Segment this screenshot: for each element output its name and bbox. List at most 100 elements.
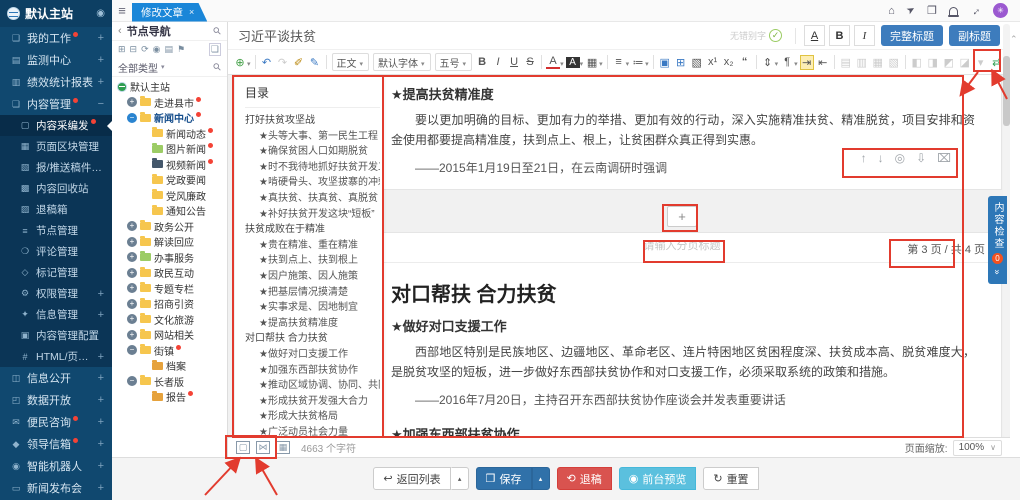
tree-item[interactable]: +解读回应 [114,234,227,250]
collapse-all-icon[interactable]: ⊟ [130,44,138,55]
align-icon[interactable]: ≡ [612,56,626,68]
expand-icon[interactable]: + [127,283,137,293]
draft-icon[interactable]: ❐ [927,4,937,17]
toc-item[interactable]: ★确保贫困人口如期脱贫 [245,144,380,160]
title-action-button[interactable]: 副标题 [949,25,1000,46]
scroll-top-icon[interactable]: ⌃ [1010,34,1018,45]
add-page-button[interactable]: + [667,206,697,227]
para-spacing-icon[interactable]: ¶ [780,56,794,68]
tree-item[interactable]: +文化旅游 [114,312,227,328]
expand-icon[interactable]: + [95,76,104,88]
quote-icon[interactable]: “ [738,56,752,68]
reset-button[interactable]: ↻重置 [703,467,758,490]
insert-media-icon[interactable]: ⊕ [233,56,247,69]
chevron-down-icon[interactable]: ▾ [794,60,798,68]
toc-item[interactable]: ★扶到点上、扶到根上 [245,253,380,269]
proofread-icon[interactable]: ⇄ [990,56,1004,69]
font-size-select[interactable]: 五号▾ [435,53,473,71]
toc-item[interactable]: ★啃硬骨头、攻坚拔寨的冲刺期 [245,175,380,191]
subscript-icon[interactable]: x₂ [722,56,736,68]
bg-color-icon[interactable]: A [566,57,580,68]
expand-icon[interactable]: + [95,482,104,494]
collapse-icon[interactable]: − [127,345,137,355]
expand-icon[interactable]: + [95,372,104,384]
maximize-icon[interactable]: ❏ [209,43,221,56]
save-button-caret[interactable]: ▴ [532,467,550,490]
toc-item[interactable]: 对口帮扶 合力扶贫 [245,331,380,347]
sidebar-item[interactable]: ❑我的工作+ [0,27,112,49]
toc-item[interactable]: ★头等大事、第一民生工程 [245,129,380,145]
wordart-icon[interactable]: ▧ [690,56,704,69]
font-family-select[interactable]: 默认字体▾ [373,53,431,71]
expand-icon[interactable]: + [95,460,104,472]
tree-item[interactable]: −长者版 [114,374,227,390]
chevron-down-icon[interactable]: ▾ [580,60,584,68]
font-color-icon[interactable]: A [546,55,560,69]
expand-icon[interactable]: + [127,221,137,231]
sidebar-item[interactable]: ◆领导信箱+ [0,433,112,455]
tool-icon[interactable]: ◧ [910,56,924,69]
sidebar-item[interactable]: ▤监测中心+ [0,49,112,71]
save-button[interactable]: ❒保存 [476,467,532,490]
toc-item[interactable]: ★因户施策、因人施策 [245,269,380,285]
search-icon[interactable]: ⚲ [211,61,224,74]
preview-page-icon[interactable]: ◎ [895,151,905,165]
fullscreen-edit-icon[interactable]: ⋈ [256,441,270,454]
expand-icon[interactable]: + [95,394,104,406]
expand-icon[interactable]: + [95,309,104,321]
sidebar-item[interactable]: ◫信息公开+ [0,367,112,389]
tab-edit-article[interactable]: 修改文章 × [132,3,207,22]
user-avatar[interactable]: ✳ [993,3,1008,18]
word-layout-icon[interactable]: ▦ [276,441,290,454]
sidebar-item[interactable]: ◉智能机器人+ [0,455,112,477]
chevron-down-icon[interactable]: ▾ [645,60,649,68]
move-up-icon[interactable]: ↑ [861,151,867,165]
tree-item[interactable]: 党风廉政 [114,188,227,204]
page-title-input[interactable] [617,240,747,252]
list-view-icon[interactable]: ▤ [165,44,174,55]
tool-icon[interactable]: ▦ [871,56,885,69]
italic-icon[interactable]: I [491,56,505,68]
toc-item[interactable]: ★贵在精准、重在精准 [245,238,380,254]
chevron-down-icon[interactable]: ▾ [775,60,779,68]
sidebar-item[interactable]: ≡节点管理 [0,220,112,241]
expand-all-icon[interactable]: ⊞ [118,44,126,55]
auto-typeset-icon[interactable]: ⇥ [800,55,814,70]
scrollbar-thumb[interactable] [1003,56,1010,126]
type-filter-select[interactable]: 全部类型 [118,60,158,75]
tool-icon[interactable]: ◨ [926,56,940,69]
expand-icon[interactable]: + [95,438,104,450]
flag-icon[interactable]: ⚑ [177,44,185,55]
tool-icon[interactable]: ▧ [887,56,901,69]
tree-item[interactable]: 新闻动态 [114,126,227,142]
tree-item[interactable]: +办事服务 [114,250,227,266]
sidebar-item[interactable]: ▢内容采编发 [0,115,112,136]
line-height-icon[interactable]: ⇕ [761,56,775,69]
collapse-icon[interactable]: − [127,376,137,386]
expand-icon[interactable]: + [127,330,137,340]
tool-icon[interactable]: ◩ [942,56,956,69]
sidebar-item[interactable]: ▩内容回收站 [0,178,112,199]
toc-item[interactable]: ★做好对口支援工作 [245,347,380,363]
tree-item[interactable]: +走进县市 [114,95,227,111]
toc-item[interactable]: ★形成大扶贫格局 [245,409,380,425]
tree-item[interactable]: 图片新闻 [114,141,227,157]
sidebar-item[interactable]: ❏内容管理− [0,93,112,115]
sidebar-item[interactable]: ✉便民咨询+ [0,411,112,433]
tree-item[interactable]: −新闻中心 [114,110,227,126]
title-style-a-button[interactable]: A [804,25,825,46]
expand-icon[interactable]: + [127,268,137,278]
sidebar-item[interactable]: ◰数据开放+ [0,389,112,411]
tree-item[interactable]: +专题专栏 [114,281,227,297]
home-icon[interactable]: ⌂ [888,5,895,17]
collapse-icon[interactable]: − [127,113,137,123]
toc-item[interactable]: ★补好扶贫开发这块“短板” [245,207,380,223]
expand-icon[interactable]: + [127,299,137,309]
toc-item[interactable]: ★时不我待地抓好扶贫开发工作 [245,160,380,176]
tool-icon[interactable]: ◪ [958,56,972,69]
more-tools-caret[interactable]: ▾ [974,56,988,69]
send-icon[interactable]: ➤ [905,4,918,18]
back-to-list-button-caret[interactable]: ▴ [451,467,469,490]
toc-item[interactable]: ★真扶贫、扶真贫、真脱贫 [245,191,380,207]
chevron-down-icon[interactable]: ▾ [626,60,630,68]
